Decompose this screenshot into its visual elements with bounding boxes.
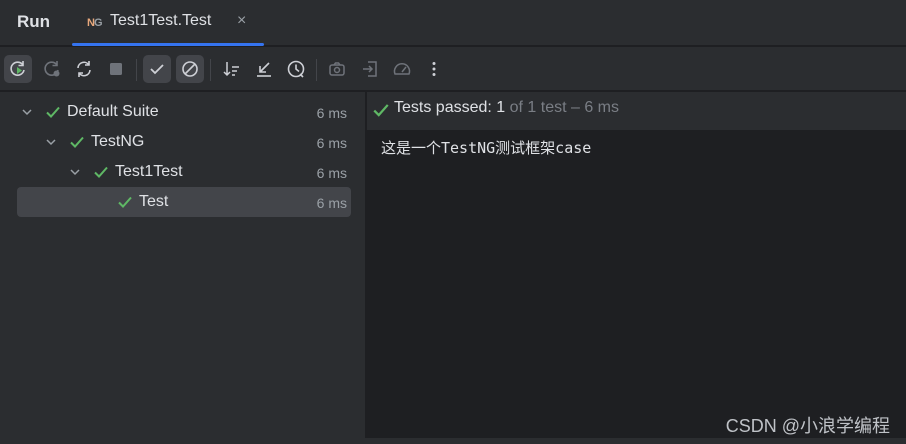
sort-button[interactable] — [218, 55, 246, 83]
chevron-down-icon[interactable] — [20, 105, 34, 119]
history-button[interactable] — [282, 55, 310, 83]
tree-item-default-suite[interactable]: Default Suite 6 ms — [17, 97, 351, 127]
chevron-down-icon[interactable] — [68, 165, 82, 179]
tree-item-duration: 6 ms — [316, 105, 347, 121]
import-button[interactable] — [356, 55, 384, 83]
show-ignored-button[interactable] — [176, 55, 204, 83]
watermark: CSDN @小浪学编程 — [725, 416, 890, 436]
speed-icon — [393, 63, 411, 75]
tree-item-label: Default Suite — [67, 103, 159, 120]
console-output[interactable]: 这是一个TestNG测试框架case — [381, 137, 591, 158]
passed-check-icon — [118, 196, 132, 208]
camera-icon — [329, 62, 345, 76]
rerun-failed-button[interactable] — [38, 55, 66, 83]
more-icon — [432, 62, 436, 76]
passed-check-icon — [70, 136, 84, 148]
test-status-bar: Tests passed: 1 of 1 test – 6 ms — [367, 92, 906, 130]
toggle-auto-test-icon — [77, 61, 91, 77]
collapse-icon — [257, 62, 271, 77]
toolbar-separator — [210, 59, 211, 81]
stop-icon — [110, 63, 122, 75]
passed-check-icon — [94, 166, 108, 178]
tree-item-duration: 6 ms — [316, 135, 347, 151]
passed-check-icon — [373, 104, 389, 117]
tool-window-header: Run NG Test1Test.Test × — [0, 0, 906, 46]
more-button[interactable] — [420, 55, 448, 83]
test-tree: Default Suite 6 ms TestNG 6 ms Test1Test… — [0, 92, 366, 444]
collapse-button[interactable] — [250, 55, 278, 83]
tree-item-testng[interactable]: TestNG 6 ms — [17, 127, 351, 157]
stop-button[interactable] — [102, 55, 130, 83]
toggle-auto-test-button[interactable] — [70, 55, 98, 83]
import-icon — [363, 61, 377, 77]
ignored-icon — [182, 61, 198, 77]
checkmark-icon — [150, 64, 164, 75]
history-icon — [287, 60, 305, 78]
tree-item-label: Test — [139, 193, 169, 210]
tree-item-test[interactable]: Test 6 ms — [17, 187, 351, 217]
passed-check-icon — [46, 106, 60, 118]
show-passed-button[interactable] — [143, 55, 171, 83]
screenshot-button[interactable] — [323, 55, 351, 83]
toolbar-separator — [316, 59, 317, 81]
tree-item-duration: 6 ms — [316, 195, 347, 211]
active-tab-indicator — [72, 43, 264, 46]
toolbar — [0, 47, 906, 91]
rerun-button[interactable] — [4, 55, 32, 83]
tree-item-duration: 6 ms — [316, 165, 347, 181]
close-icon[interactable]: × — [237, 12, 246, 30]
speed-button[interactable] — [388, 55, 416, 83]
testng-icon: NG — [87, 17, 102, 29]
chevron-down-icon[interactable] — [44, 135, 58, 149]
console-panel: Tests passed: 1 of 1 test – 6 ms 这是一个Tes… — [367, 92, 906, 444]
tree-item-test1test[interactable]: Test1Test 6 ms — [17, 157, 351, 187]
rerun-icon — [10, 61, 25, 76]
status-text: Tests passed: 1 of 1 test – 6 ms — [394, 99, 619, 116]
tab-label: Test1Test.Test — [110, 12, 212, 29]
bottom-strip — [0, 438, 906, 444]
tree-item-label: Test1Test — [115, 163, 183, 180]
rerun-failed-icon — [44, 61, 60, 77]
tab-test1test[interactable]: NG Test1Test.Test × — [72, 0, 264, 46]
sort-icon — [223, 62, 239, 77]
tree-item-label: TestNG — [91, 133, 145, 150]
run-title[interactable]: Run — [17, 12, 50, 32]
toolbar-separator — [136, 59, 137, 81]
